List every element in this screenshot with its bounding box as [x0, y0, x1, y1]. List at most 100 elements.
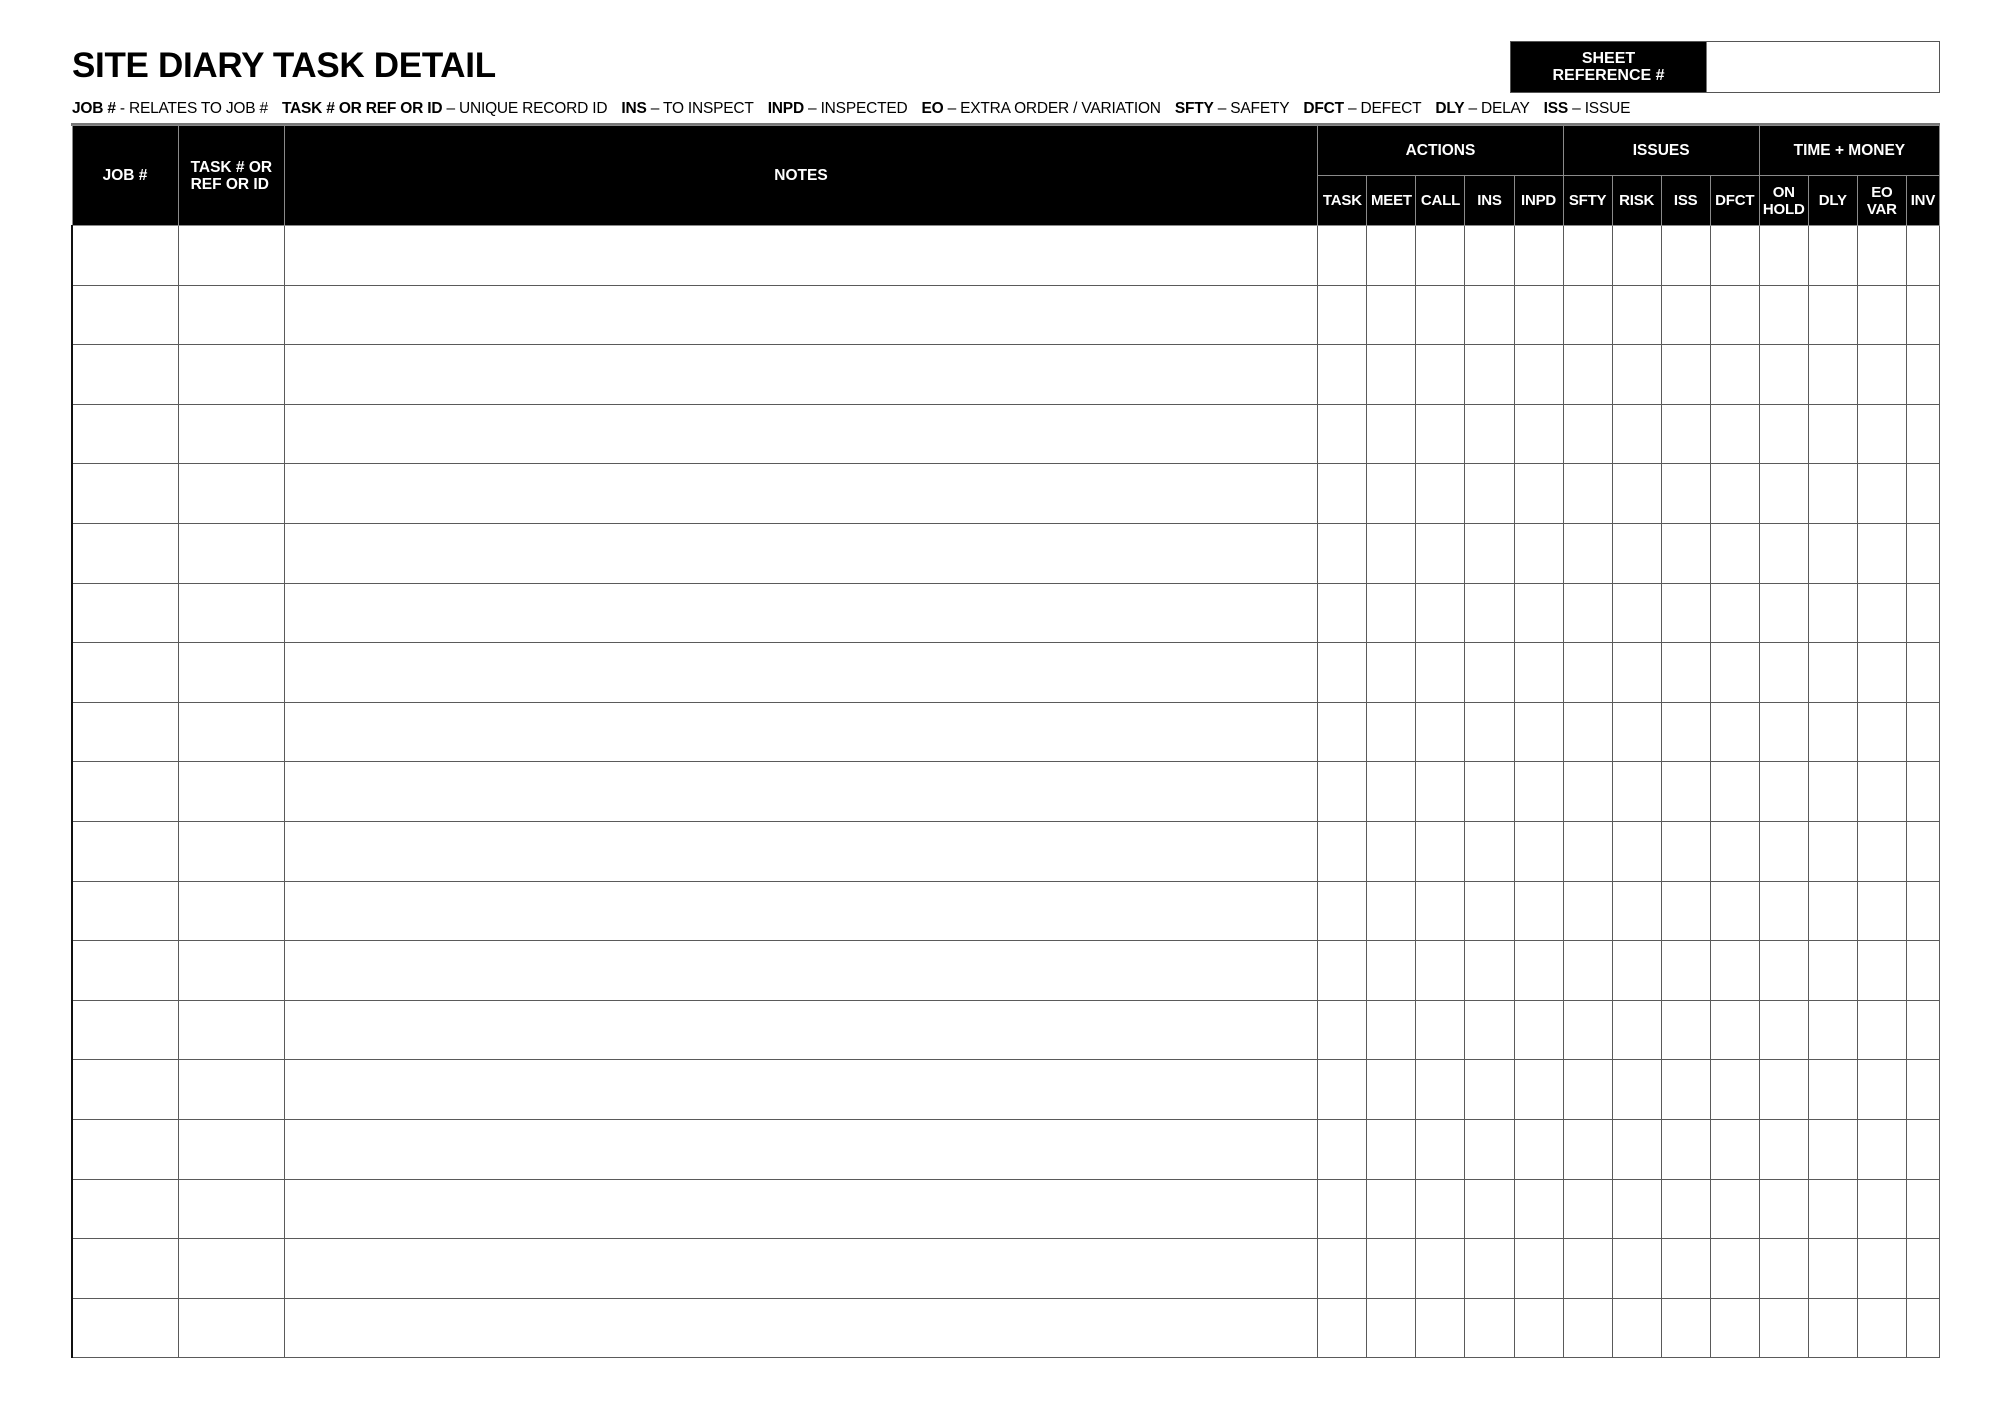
- action-meet-cell[interactable]: [1366, 761, 1417, 822]
- inv-cell[interactable]: [1905, 880, 1941, 942]
- issue-iss-cell[interactable]: [1660, 344, 1711, 405]
- issue-risk-cell[interactable]: [1611, 880, 1662, 942]
- action-call-cell[interactable]: [1415, 940, 1466, 1001]
- dly-cell[interactable]: [1807, 582, 1858, 644]
- on-hold-cell[interactable]: [1758, 463, 1809, 524]
- notes-cell[interactable]: [283, 582, 1319, 644]
- notes-cell[interactable]: [283, 284, 1319, 346]
- issue-dfct-cell[interactable]: [1709, 522, 1760, 584]
- action-meet-cell[interactable]: [1366, 1297, 1417, 1359]
- inv-cell[interactable]: [1905, 463, 1941, 524]
- action-inpd-cell[interactable]: [1513, 1178, 1564, 1240]
- issue-sfty-cell[interactable]: [1562, 761, 1613, 822]
- action-call-cell[interactable]: [1415, 284, 1466, 346]
- notes-cell[interactable]: [283, 999, 1319, 1061]
- notes-cell[interactable]: [283, 940, 1319, 1001]
- action-call-cell[interactable]: [1415, 1297, 1466, 1359]
- issue-sfty-cell[interactable]: [1562, 582, 1613, 644]
- action-meet-cell[interactable]: [1366, 403, 1417, 465]
- dly-cell[interactable]: [1807, 1059, 1858, 1120]
- issue-risk-cell[interactable]: [1611, 284, 1662, 346]
- on-hold-cell[interactable]: [1758, 1238, 1809, 1299]
- issue-sfty-cell[interactable]: [1562, 1238, 1613, 1299]
- on-hold-cell[interactable]: [1758, 880, 1809, 942]
- notes-cell[interactable]: [283, 344, 1319, 405]
- action-task-cell[interactable]: [1317, 403, 1368, 465]
- action-meet-cell[interactable]: [1366, 1118, 1417, 1180]
- inv-cell[interactable]: [1905, 761, 1941, 822]
- issue-dfct-cell[interactable]: [1709, 1118, 1760, 1180]
- eo-var-cell[interactable]: [1856, 940, 1907, 1001]
- dly-cell[interactable]: [1807, 463, 1858, 524]
- job-cell[interactable]: [70, 642, 179, 703]
- task-ref-cell[interactable]: [177, 1059, 285, 1120]
- issue-sfty-cell[interactable]: [1562, 701, 1613, 763]
- on-hold-cell[interactable]: [1758, 1297, 1809, 1359]
- notes-cell[interactable]: [283, 1178, 1319, 1240]
- issue-iss-cell[interactable]: [1660, 761, 1711, 822]
- issue-dfct-cell[interactable]: [1709, 582, 1760, 644]
- issue-iss-cell[interactable]: [1660, 582, 1711, 644]
- job-cell[interactable]: [70, 403, 179, 465]
- inv-cell[interactable]: [1905, 1297, 1941, 1359]
- inv-cell[interactable]: [1905, 284, 1941, 346]
- action-call-cell[interactable]: [1415, 880, 1466, 942]
- task-ref-cell[interactable]: [177, 1178, 285, 1240]
- eo-var-cell[interactable]: [1856, 1059, 1907, 1120]
- issue-sfty-cell[interactable]: [1562, 820, 1613, 882]
- job-cell[interactable]: [70, 701, 179, 763]
- action-task-cell[interactable]: [1317, 225, 1368, 286]
- action-meet-cell[interactable]: [1366, 225, 1417, 286]
- task-ref-cell[interactable]: [177, 284, 285, 346]
- notes-cell[interactable]: [283, 1059, 1319, 1120]
- issue-risk-cell[interactable]: [1611, 761, 1662, 822]
- dly-cell[interactable]: [1807, 403, 1858, 465]
- issue-risk-cell[interactable]: [1611, 403, 1662, 465]
- issue-iss-cell[interactable]: [1660, 1178, 1711, 1240]
- task-ref-cell[interactable]: [177, 463, 285, 524]
- action-call-cell[interactable]: [1415, 522, 1466, 584]
- action-task-cell[interactable]: [1317, 1178, 1368, 1240]
- action-inpd-cell[interactable]: [1513, 284, 1564, 346]
- issue-risk-cell[interactable]: [1611, 582, 1662, 644]
- issue-sfty-cell[interactable]: [1562, 940, 1613, 1001]
- issue-dfct-cell[interactable]: [1709, 463, 1760, 524]
- action-meet-cell[interactable]: [1366, 701, 1417, 763]
- action-call-cell[interactable]: [1415, 403, 1466, 465]
- action-inpd-cell[interactable]: [1513, 642, 1564, 703]
- issue-sfty-cell[interactable]: [1562, 1118, 1613, 1180]
- notes-cell[interactable]: [283, 701, 1319, 763]
- action-inpd-cell[interactable]: [1513, 1059, 1564, 1120]
- action-ins-cell[interactable]: [1464, 344, 1515, 405]
- issue-iss-cell[interactable]: [1660, 642, 1711, 703]
- inv-cell[interactable]: [1905, 1118, 1941, 1180]
- issue-risk-cell[interactable]: [1611, 1297, 1662, 1359]
- issue-dfct-cell[interactable]: [1709, 1297, 1760, 1359]
- notes-cell[interactable]: [283, 225, 1319, 286]
- dly-cell[interactable]: [1807, 761, 1858, 822]
- action-call-cell[interactable]: [1415, 582, 1466, 644]
- inv-cell[interactable]: [1905, 403, 1941, 465]
- issue-sfty-cell[interactable]: [1562, 642, 1613, 703]
- action-call-cell[interactable]: [1415, 1178, 1466, 1240]
- action-inpd-cell[interactable]: [1513, 999, 1564, 1061]
- issue-risk-cell[interactable]: [1611, 1059, 1662, 1120]
- issue-sfty-cell[interactable]: [1562, 1178, 1613, 1240]
- task-ref-cell[interactable]: [177, 999, 285, 1061]
- issue-sfty-cell[interactable]: [1562, 522, 1613, 584]
- issue-sfty-cell[interactable]: [1562, 1059, 1613, 1120]
- issue-sfty-cell[interactable]: [1562, 225, 1613, 286]
- job-cell[interactable]: [70, 463, 179, 524]
- job-cell[interactable]: [70, 225, 179, 286]
- action-meet-cell[interactable]: [1366, 1059, 1417, 1120]
- job-cell[interactable]: [70, 1238, 179, 1299]
- action-task-cell[interactable]: [1317, 1118, 1368, 1180]
- on-hold-cell[interactable]: [1758, 344, 1809, 405]
- eo-var-cell[interactable]: [1856, 880, 1907, 942]
- on-hold-cell[interactable]: [1758, 582, 1809, 644]
- inv-cell[interactable]: [1905, 1178, 1941, 1240]
- action-task-cell[interactable]: [1317, 284, 1368, 346]
- issue-iss-cell[interactable]: [1660, 701, 1711, 763]
- inv-cell[interactable]: [1905, 701, 1941, 763]
- issue-dfct-cell[interactable]: [1709, 820, 1760, 882]
